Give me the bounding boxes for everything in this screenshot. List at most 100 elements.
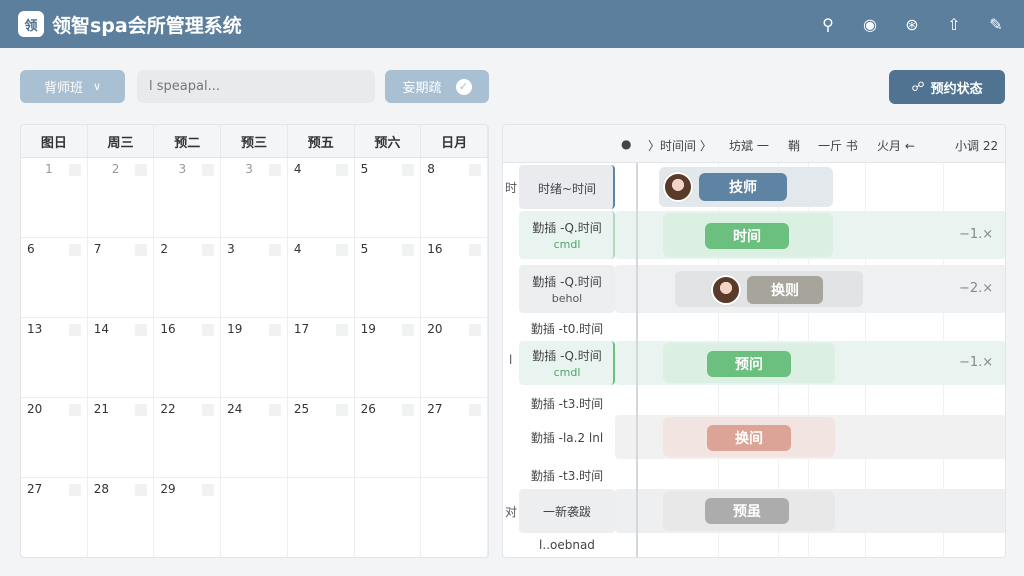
status-dot: ● — [621, 137, 632, 151]
weekday-label: 预六 — [355, 125, 422, 157]
calendar-day[interactable]: 4 — [287, 238, 355, 318]
time-slot-label[interactable]: 勤插 -Q.时间 cmdl — [519, 219, 615, 251]
schedule-panel: ● 〉时间间 〉 坊斌 一 鞘 一斤 书 火月 ← 小调 22 时 时绪~时间 … — [502, 124, 1006, 558]
calendar-day[interactable]: 5 — [354, 158, 422, 238]
calendar-day[interactable]: 20 — [421, 318, 488, 398]
calendar-day[interactable]: 28 — [88, 478, 155, 557]
time-slot-label[interactable]: 勤插 -t0.时间 — [519, 320, 615, 337]
time-slot-label[interactable]: 勤插 -Q.时间 behol — [519, 273, 615, 305]
calendar-day[interactable]: 20 — [21, 398, 88, 478]
appointment-pill[interactable]: 换则 — [747, 276, 823, 304]
calendar-day[interactable]: 19 — [221, 318, 288, 398]
row-marker: 对 — [505, 505, 518, 519]
notification-icon[interactable]: ◉ — [860, 15, 880, 34]
calendar-day[interactable]: 6 — [21, 238, 88, 318]
calendar-day[interactable]: 22 — [154, 398, 222, 478]
appointment-pill[interactable]: 换间 — [707, 425, 791, 451]
calendar-day[interactable]: 21 — [87, 398, 155, 478]
new-button-label: 妄期疏 — [402, 81, 442, 96]
time-slot-label[interactable]: 一新袭跋 — [519, 503, 615, 520]
day-number: 3 — [245, 162, 253, 176]
calendar-day[interactable] — [221, 478, 288, 557]
appointment-pill[interactable]: 预问 — [707, 351, 791, 377]
day-number: 1 — [45, 162, 53, 176]
calendar-day[interactable]: 3 — [154, 158, 222, 238]
calendar-day[interactable]: 2 — [87, 158, 155, 238]
column-header: 一斤 书 — [818, 139, 858, 153]
time-slot-label[interactable]: 时绪~时间 — [519, 180, 615, 197]
day-number: 26 — [360, 402, 376, 416]
calendar-day[interactable]: 1 — [21, 158, 88, 238]
technician-avatar[interactable] — [711, 275, 741, 305]
weekday-label: 图日 — [21, 125, 88, 157]
calendar-day[interactable]: 24 — [221, 398, 288, 478]
day-number: 21 — [93, 402, 109, 416]
calendar-day[interactable]: 16 — [421, 238, 488, 318]
calendar-day[interactable]: 19 — [354, 318, 422, 398]
time-slot-label[interactable]: 勤插 -Q.时间 cmdl — [519, 347, 615, 379]
calendar-day[interactable]: 4 — [287, 158, 355, 238]
column-header: 鞘 — [788, 139, 801, 153]
calendar-grid: 1 2 3 3 4 5 8 6 7 2 3 4 5 16 13 14 16 19… — [21, 158, 488, 557]
day-number: 14 — [93, 322, 109, 336]
row-marker: 时 — [505, 181, 518, 195]
column-header: 小调 22 — [955, 139, 999, 153]
day-number: 29 — [160, 482, 176, 496]
calendar-day[interactable]: 26 — [354, 398, 422, 478]
day-number: 20 — [27, 402, 43, 416]
calendar-day[interactable]: 5 — [354, 238, 422, 318]
weekday-label: 预五 — [288, 125, 355, 157]
calendar-day[interactable]: 13 — [21, 318, 88, 398]
app-logo: 领 — [18, 11, 44, 37]
search-input[interactable] — [137, 70, 375, 103]
row-marker: l — [509, 353, 513, 367]
technician-avatar[interactable] — [663, 172, 693, 202]
day-number: 4 — [293, 162, 302, 176]
class-select-button[interactable]: 背师班 ∨ — [20, 70, 125, 103]
calendar-day[interactable] — [421, 478, 488, 557]
calendar-day[interactable]: 17 — [287, 318, 355, 398]
column-header: 〉时间间 〉 — [648, 139, 712, 153]
calendar-day[interactable]: 14 — [87, 318, 155, 398]
calendar-day[interactable] — [355, 478, 422, 557]
appointment-pill[interactable]: 时间 — [705, 223, 789, 249]
time-slot-label[interactable]: l..oebnad — [519, 538, 615, 552]
calendar-day[interactable]: 3 — [221, 158, 288, 238]
appointment-pill[interactable]: 预虽 — [705, 498, 789, 524]
calendar-day[interactable]: 25 — [287, 398, 355, 478]
day-number: 17 — [293, 322, 310, 336]
wifi-icon[interactable]: ⊛ — [902, 15, 922, 34]
day-number: 5 — [360, 162, 369, 176]
new-button[interactable]: 妄期疏 ✓ — [385, 70, 489, 103]
day-number: 25 — [293, 402, 310, 416]
day-number: 16 — [160, 322, 176, 336]
day-number: 27 — [427, 402, 443, 416]
appointment-pill[interactable]: 技师 — [699, 173, 787, 201]
time-slot-label[interactable]: 勤插 -la.2 lnl — [519, 429, 615, 446]
calendar-day[interactable] — [288, 478, 355, 557]
calendar-day[interactable]: 2 — [154, 238, 222, 318]
calendar-day[interactable]: 27 — [421, 398, 488, 478]
calendar-day[interactable]: 16 — [154, 318, 222, 398]
calendar-day[interactable]: 27 — [21, 478, 88, 557]
day-number: 20 — [427, 322, 443, 336]
calendar-day[interactable]: 29 — [154, 478, 222, 557]
search-icon[interactable]: ⚲ — [818, 15, 838, 34]
edit-icon[interactable]: ✎ — [986, 15, 1006, 34]
booking-status-button[interactable]: ☍ 预约状态 — [889, 70, 1005, 104]
day-number: 7 — [93, 242, 102, 256]
column-header: 火月 ← — [877, 139, 915, 153]
weekday-label: 预二 — [154, 125, 222, 157]
day-number: 3 — [227, 242, 235, 256]
chevron-down-icon: ∨ — [92, 80, 102, 93]
calendar-day[interactable]: 7 — [87, 238, 155, 318]
calendar-day[interactable]: 3 — [221, 238, 288, 318]
time-slot-label[interactable]: 勤插 -t3.时间 — [519, 395, 615, 412]
time-slot-label[interactable]: 勤插 -t3.时间 — [519, 467, 615, 484]
share-icon[interactable]: ⇧ — [944, 15, 964, 34]
day-number: 5 — [360, 242, 369, 256]
day-number: 27 — [27, 482, 43, 496]
calendar-day[interactable]: 8 — [421, 158, 488, 238]
duration-label: −2.× — [959, 281, 994, 296]
day-number: 8 — [427, 162, 435, 176]
